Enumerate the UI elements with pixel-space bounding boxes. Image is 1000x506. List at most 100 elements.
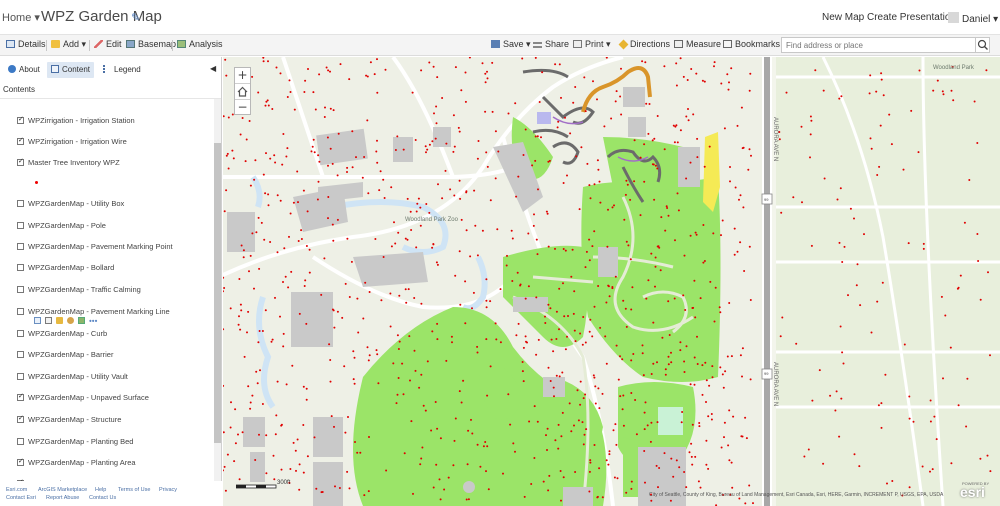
tree-point[interactable] (654, 164, 657, 167)
tree-point[interactable] (571, 248, 574, 251)
tree-point[interactable] (223, 287, 226, 289)
tree-point[interactable] (425, 151, 427, 154)
tree-point[interactable] (714, 286, 717, 289)
tree-point[interactable] (585, 250, 588, 253)
tree-point[interactable] (355, 156, 357, 159)
tree-point[interactable] (675, 459, 678, 462)
tree-point[interactable] (476, 345, 479, 348)
tree-point[interactable] (435, 122, 438, 125)
tree-point[interactable] (668, 334, 671, 336)
tree-point[interactable] (329, 70, 331, 73)
tree-point[interactable] (555, 338, 558, 340)
tree-point[interactable] (264, 309, 267, 312)
tree-point[interactable] (302, 471, 305, 474)
tree-point[interactable] (554, 63, 557, 66)
tree-point[interactable] (584, 393, 587, 396)
tree-point[interactable] (936, 79, 939, 82)
tree-point[interactable] (368, 354, 371, 357)
tree-point[interactable] (696, 335, 698, 338)
tree-point[interactable] (477, 140, 480, 142)
tree-point[interactable] (965, 425, 968, 428)
tree-point[interactable] (743, 270, 746, 272)
tree-point[interactable] (420, 457, 423, 460)
tree-point[interactable] (588, 184, 591, 187)
tree-point[interactable] (507, 393, 510, 396)
tree-point[interactable] (932, 89, 935, 92)
tree-point[interactable] (685, 486, 688, 489)
tree-point[interactable] (822, 89, 825, 92)
tree-point[interactable] (669, 499, 672, 502)
tree-point[interactable] (486, 445, 489, 448)
tree-point[interactable] (730, 67, 733, 70)
layer-item[interactable]: WPZGardenMap - Traffic Calming (17, 285, 141, 295)
tree-point[interactable] (264, 104, 267, 107)
tree-point[interactable] (558, 287, 561, 290)
tree-point[interactable] (243, 355, 246, 358)
tree-point[interactable] (467, 498, 470, 501)
tree-point[interactable] (265, 152, 267, 155)
tree-point[interactable] (537, 338, 540, 341)
tree-point[interactable] (950, 462, 953, 465)
tree-point[interactable] (266, 99, 269, 102)
tree-point[interactable] (607, 463, 610, 466)
tree-point[interactable] (238, 315, 240, 318)
tree-point[interactable] (643, 411, 646, 414)
tree-point[interactable] (285, 155, 288, 158)
tree-point[interactable] (274, 433, 277, 436)
tree-point[interactable] (810, 119, 813, 122)
tree-point[interactable] (231, 149, 234, 152)
layer-visibility-checkbox[interactable] (17, 351, 24, 358)
tree-point[interactable] (486, 77, 489, 80)
tree-point[interactable] (708, 145, 711, 148)
tree-point[interactable] (652, 321, 655, 324)
tree-point[interactable] (332, 239, 335, 242)
tree-point[interactable] (311, 145, 314, 148)
tree-point[interactable] (641, 344, 644, 347)
tree-point[interactable] (880, 72, 883, 75)
tree-point[interactable] (732, 415, 735, 418)
tree-point[interactable] (409, 379, 411, 382)
tree-point[interactable] (292, 441, 295, 444)
tree-point[interactable] (294, 449, 297, 452)
tree-point[interactable] (615, 443, 618, 446)
tree-point[interactable] (344, 282, 347, 285)
tree-point[interactable] (625, 240, 628, 243)
tree-point[interactable] (249, 254, 252, 257)
tree-point[interactable] (419, 206, 422, 209)
tree-point[interactable] (664, 229, 667, 232)
tree-point[interactable] (389, 292, 392, 295)
tree-point[interactable] (449, 188, 452, 191)
tree-point[interactable] (701, 364, 704, 367)
tree-point[interactable] (723, 421, 726, 424)
tree-point[interactable] (931, 468, 934, 471)
tree-point[interactable] (719, 366, 722, 369)
tree-point[interactable] (276, 194, 279, 197)
tree-point[interactable] (650, 499, 653, 502)
tree-point[interactable] (422, 404, 425, 407)
tree-point[interactable] (929, 470, 931, 473)
tree-point[interactable] (284, 275, 287, 278)
layer-item[interactable]: WPZGardenMap - Utility Vault (17, 372, 128, 382)
tree-point[interactable] (536, 253, 539, 256)
tree-point[interactable] (593, 230, 596, 233)
tree-point[interactable] (929, 420, 932, 423)
tree-point[interactable] (428, 211, 431, 214)
tree-point[interactable] (742, 146, 745, 149)
tree-point[interactable] (415, 210, 418, 213)
tree-point[interactable] (562, 476, 565, 479)
tree-point[interactable] (458, 390, 461, 393)
tree-point[interactable] (544, 315, 546, 318)
tree-point[interactable] (354, 441, 356, 443)
tree-point[interactable] (548, 474, 551, 477)
tree-point[interactable] (689, 161, 692, 164)
tree-point[interactable] (382, 256, 385, 258)
tree-point[interactable] (553, 395, 555, 398)
tree-point[interactable] (419, 463, 422, 466)
tree-point[interactable] (647, 279, 650, 282)
tree-point[interactable] (376, 139, 378, 142)
tree-point[interactable] (606, 245, 609, 248)
tree-point[interactable] (369, 61, 372, 64)
tree-point[interactable] (682, 294, 685, 297)
tree-point[interactable] (696, 137, 699, 140)
tree-point[interactable] (305, 245, 308, 247)
